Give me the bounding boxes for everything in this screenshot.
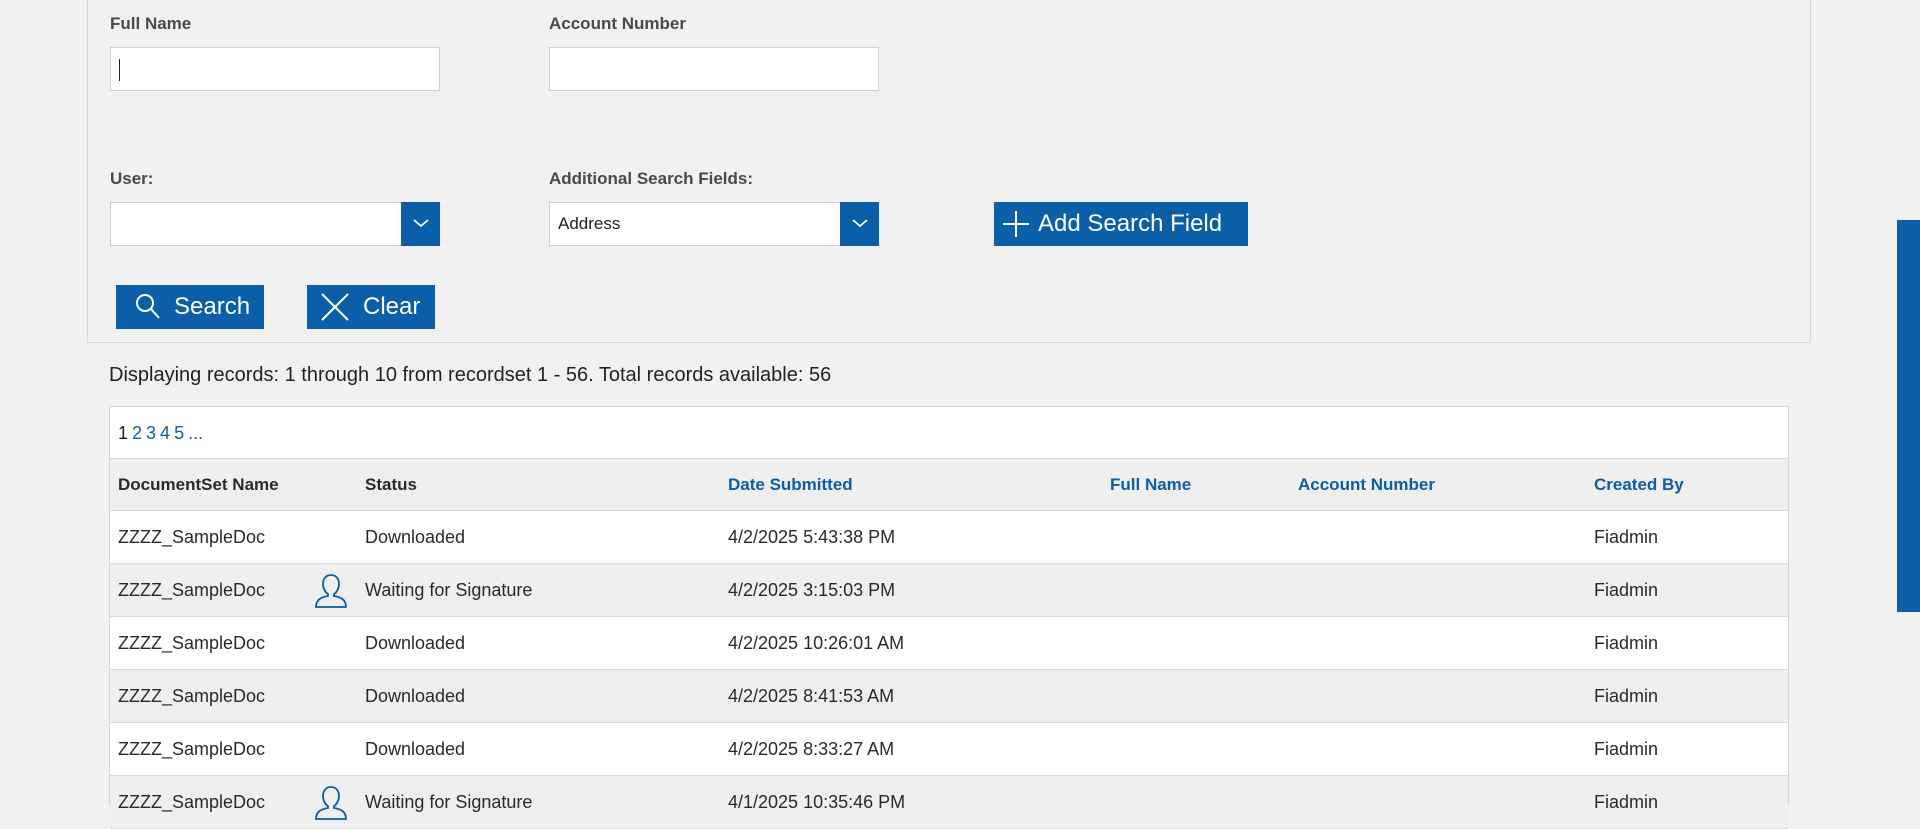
search-icon xyxy=(126,285,170,329)
add-search-field-label: Add Search Field xyxy=(1038,210,1223,237)
cell-status: Downloaded xyxy=(365,686,466,706)
user-select[interactable] xyxy=(110,202,440,246)
cell-date-submitted: 4/2/2025 8:41:53 AM xyxy=(728,686,895,706)
results-grid: 1 2 3 4 5... DocumentSet Name Status Date Su… xyxy=(109,406,1789,829)
cell-documentset-name[interactable]: ZZZZ_SampleDoc xyxy=(118,511,265,563)
cell-created-by: Fiadmin xyxy=(1594,580,1659,600)
table-row[interactable]: ZZZZ_SampleDoc Downloaded 4/2/2025 10:26… xyxy=(110,617,1788,670)
pager-more[interactable]: ... xyxy=(188,423,203,443)
header-documentset-name: DocumentSet Name xyxy=(118,475,279,494)
additional-fields-select[interactable]: Address xyxy=(549,202,879,246)
records-summary: Displaying records: 1 through 10 from re… xyxy=(109,364,832,386)
header-full-name[interactable]: Full Name xyxy=(1110,459,1191,510)
search-button-label: Search xyxy=(174,293,251,320)
plus-icon xyxy=(994,202,1038,246)
table-row[interactable]: ZZZZ_SampleDoc Downloaded 4/2/2025 5:43:… xyxy=(110,511,1788,564)
user-label: User: xyxy=(110,169,154,188)
cell-status: Waiting for Signature xyxy=(365,580,533,600)
cell-created-by: Fiadmin xyxy=(1594,633,1659,653)
table-header: DocumentSet Name Status Date Submitted F… xyxy=(110,458,1788,511)
cell-status: Downloaded xyxy=(365,633,466,653)
user-icon[interactable] xyxy=(311,571,351,611)
cell-status: Downloaded xyxy=(365,527,466,547)
header-account-number[interactable]: Account Number xyxy=(1298,459,1435,510)
user-icon[interactable] xyxy=(311,783,351,823)
header-created-by[interactable]: Created By xyxy=(1594,459,1684,510)
cell-date-submitted: 4/2/2025 5:43:38 PM xyxy=(728,527,896,547)
chevron-down-icon xyxy=(413,219,429,228)
cell-date-submitted: 4/1/2025 10:35:46 PM xyxy=(728,792,906,812)
scrollbar-thumb[interactable] xyxy=(1897,220,1920,612)
cell-documentset-name[interactable]: ZZZZ_SampleDoc xyxy=(118,617,265,669)
pager-link[interactable]: 5 xyxy=(174,423,184,443)
cell-documentset-name[interactable]: ZZZZ_SampleDoc xyxy=(118,723,265,775)
account-number-label: Account Number xyxy=(549,14,686,33)
table-row[interactable]: ZZZZ_SampleDoc Waiting for Signature 4/1… xyxy=(110,776,1788,829)
cell-documentset-name[interactable]: ZZZZ_SampleDoc xyxy=(118,670,265,722)
cell-created-by: Fiadmin xyxy=(1594,686,1659,706)
cell-created-by: Fiadmin xyxy=(1594,527,1659,547)
account-number-input[interactable] xyxy=(549,47,879,91)
pager-link[interactable]: 2 xyxy=(132,423,142,443)
user-select-arrow[interactable] xyxy=(401,202,440,246)
pager-link[interactable]: 3 xyxy=(146,423,156,443)
additional-fields-arrow[interactable] xyxy=(840,202,879,246)
table-row[interactable]: ZZZZ_SampleDoc Downloaded 4/2/2025 8:41:… xyxy=(110,670,1788,723)
cell-documentset-name[interactable]: ZZZZ_SampleDoc xyxy=(118,776,265,828)
additional-fields-value: Address xyxy=(558,214,621,233)
header-date-submitted[interactable]: Date Submitted xyxy=(728,459,853,510)
clear-button[interactable]: Clear xyxy=(307,285,435,329)
clear-button-label: Clear xyxy=(363,293,421,320)
cell-status: Downloaded xyxy=(365,739,466,759)
search-button[interactable]: Search xyxy=(116,285,264,329)
cell-date-submitted: 4/2/2025 8:33:27 AM xyxy=(728,739,895,759)
cell-created-by: Fiadmin xyxy=(1594,739,1659,759)
additional-fields-label: Additional Search Fields: xyxy=(549,169,754,188)
cell-date-submitted: 4/2/2025 3:15:03 PM xyxy=(728,580,896,600)
pager-current: 1 xyxy=(118,423,129,443)
pager-link[interactable]: 4 xyxy=(160,423,170,443)
table-row[interactable]: ZZZZ_SampleDoc Waiting for Signature 4/2… xyxy=(110,564,1788,617)
header-status: Status xyxy=(365,475,417,494)
cell-created-by: Fiadmin xyxy=(1594,792,1659,812)
text-caret xyxy=(119,58,120,81)
close-icon xyxy=(313,285,357,329)
add-search-field-button[interactable]: Add Search Field xyxy=(994,202,1248,246)
cell-documentset-name[interactable]: ZZZZ_SampleDoc xyxy=(118,564,265,616)
table-row[interactable]: ZZZZ_SampleDoc Downloaded 4/2/2025 8:33:… xyxy=(110,723,1788,776)
cell-status: Waiting for Signature xyxy=(365,792,533,812)
full-name-input[interactable] xyxy=(110,47,440,91)
chevron-down-icon xyxy=(852,219,868,228)
full-name-label: Full Name xyxy=(110,14,192,33)
search-panel: Full Name Account Number User: Additiona… xyxy=(87,0,1811,343)
cell-date-submitted: 4/2/2025 10:26:01 AM xyxy=(728,633,905,653)
pager: 1 2 3 4 5... xyxy=(118,423,207,444)
